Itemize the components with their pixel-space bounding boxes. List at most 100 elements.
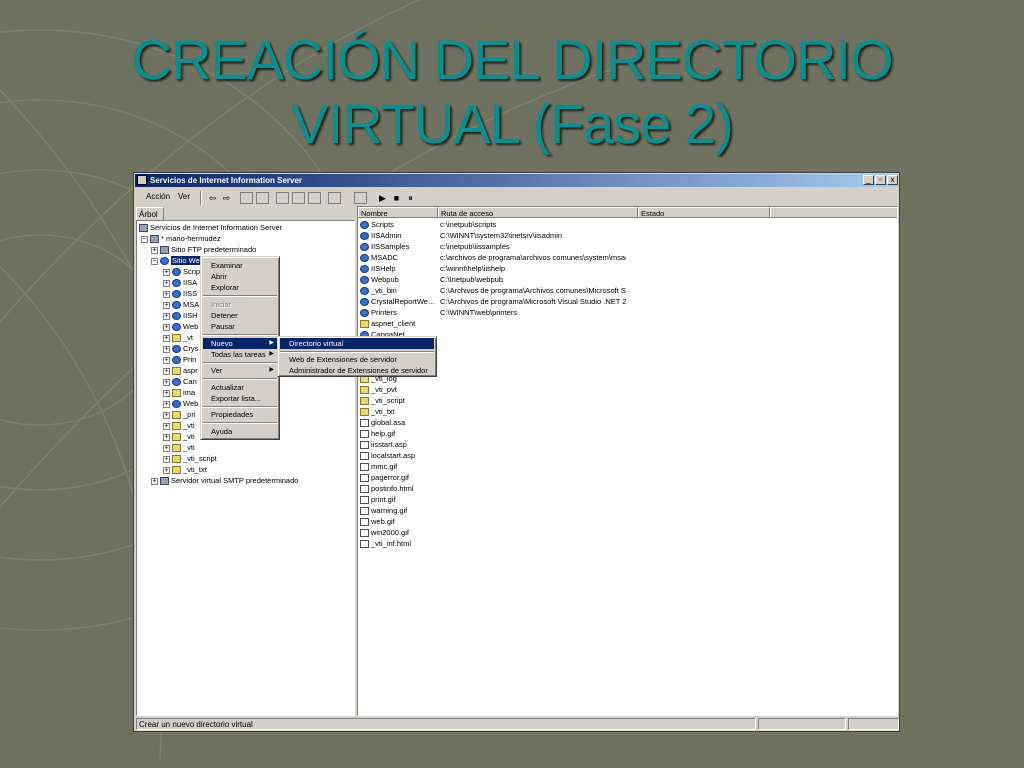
tree-child-item[interactable]: + MSA [163, 299, 199, 310]
menu-item-explorar[interactable]: Explorar [203, 282, 277, 293]
column-header-estado[interactable]: Estado [638, 207, 770, 218]
tree-child-item[interactable]: + _pri [163, 409, 196, 420]
expand-icon[interactable]: + [163, 389, 170, 397]
list-row[interactable]: _vti_txt [358, 406, 897, 417]
expand-icon[interactable]: + [163, 268, 170, 276]
list-row[interactable]: warning.gif [358, 505, 897, 516]
list-row[interactable]: aspnet_client [358, 318, 897, 329]
back-icon[interactable]: ⇦ [206, 192, 219, 204]
list-row[interactable]: MSADC c:\archivos de programa\archivos co… [358, 252, 897, 263]
menu-item-exportar[interactable]: Exportar lista... [203, 393, 277, 404]
menu-ver[interactable]: Ver [178, 192, 190, 201]
list-row[interactable]: localstart.asp [358, 450, 897, 461]
tree-child-item[interactable]: + _vti [163, 431, 195, 442]
expand-icon[interactable]: + [151, 246, 158, 254]
tree-child-item[interactable]: + _vti_script [163, 453, 217, 464]
list-row[interactable]: _vti_inf.html [358, 538, 897, 549]
list-row[interactable]: _vti_cnf [358, 362, 897, 373]
list-row[interactable]: _vti_log [358, 373, 897, 384]
menu-item-pausar[interactable]: Pausar [203, 321, 277, 332]
tree-server[interactable]: − * mario-hermudez [141, 233, 221, 244]
menu-item-ayuda[interactable]: Ayuda [203, 426, 277, 437]
tree-child-item[interactable]: + Web [163, 321, 198, 332]
minimize-button[interactable]: _ [863, 175, 874, 185]
menu-item-examinar[interactable]: Examinar [203, 260, 277, 271]
tree-child-item[interactable]: + Web [163, 398, 198, 409]
tree-child-item[interactable]: + _vti [163, 420, 195, 431]
menu-item-todas-tareas[interactable]: Todas las tareas ▶ [203, 349, 277, 360]
tree-child-item[interactable]: + aspr [163, 365, 198, 376]
expand-icon[interactable]: + [163, 334, 170, 342]
expand-icon[interactable]: + [163, 312, 170, 320]
forward-icon[interactable]: ⇨ [220, 192, 233, 204]
up-folder-icon[interactable] [240, 192, 253, 204]
list-row[interactable]: _vti_script [358, 395, 897, 406]
expand-icon[interactable]: + [163, 323, 170, 331]
expand-icon[interactable]: + [163, 367, 170, 375]
list-row[interactable]: IISAdmin C:\WINNT\system32\inetsrv\iisadm… [358, 230, 897, 241]
expand-icon[interactable]: + [163, 279, 170, 287]
list-row[interactable]: IISSamples c:\inetpub\iissamples [358, 241, 897, 252]
expand-icon[interactable]: + [163, 378, 170, 386]
tree-child-item[interactable]: + IISH [163, 310, 198, 321]
submenu-item-web-extensiones[interactable]: Web de Extensiones de servidor [280, 354, 434, 365]
list-row[interactable]: postinfo.html [358, 483, 897, 494]
menu-item-ver[interactable]: Ver ▶ [203, 365, 277, 376]
export-icon[interactable] [308, 192, 321, 204]
refresh-icon[interactable] [292, 192, 305, 204]
tree-child-item[interactable]: + IISS [163, 288, 197, 299]
computer-icon[interactable] [354, 192, 367, 204]
close-button[interactable]: x [887, 175, 898, 185]
tree-child-item[interactable]: + Scrip [163, 266, 200, 277]
list-row[interactable] [358, 351, 897, 362]
list-row[interactable]: global.asa [358, 417, 897, 428]
pause-icon[interactable]: ⏸ [404, 192, 417, 204]
submenu-item-directorio-virtual[interactable]: Directorio virtual [280, 338, 434, 349]
menu-item-nuevo[interactable]: Nuevo ▶ [203, 338, 277, 349]
menu-item-abrir[interactable]: Abrir [203, 271, 277, 282]
expand-icon[interactable]: + [163, 301, 170, 309]
list-row[interactable]: _vti_pvt [358, 384, 897, 395]
collapse-icon[interactable]: − [151, 257, 158, 265]
list-row[interactable]: IISHelp c:\winnt\help\iishelp [358, 263, 897, 274]
list-row[interactable]: _vti_bin C:\Archivos de programa\Archivos… [358, 285, 897, 296]
list-row[interactable]: Webpub C:\Inetpub\webpub [358, 274, 897, 285]
menu-item-actualizar[interactable]: Actualizar [203, 382, 277, 393]
tree-child-item[interactable]: + IISA [163, 277, 197, 288]
play-icon[interactable]: ▶ [376, 192, 389, 204]
tree-child-item[interactable]: + ima [163, 387, 195, 398]
list-row[interactable]: win2000.gif [358, 527, 897, 538]
expand-icon[interactable]: + [163, 411, 170, 419]
tree-child-item[interactable]: + Can [163, 376, 197, 387]
menu-accion[interactable]: Acción [146, 192, 170, 201]
expand-icon[interactable]: + [163, 433, 170, 441]
list-row[interactable] [358, 340, 897, 351]
help-icon[interactable] [328, 192, 341, 204]
list-row[interactable]: CrystalReportWe... C:\Archivos de program… [358, 296, 897, 307]
properties-icon[interactable] [276, 192, 289, 204]
list-row[interactable]: mmc.gif [358, 461, 897, 472]
show-tree-icon[interactable] [256, 192, 269, 204]
tree-child-item[interactable]: + _vti_txt [163, 464, 207, 475]
list-row[interactable]: print.gif [358, 494, 897, 505]
list-row[interactable]: Scripts c:\inetpub\scripts [358, 219, 897, 230]
menu-item-detener[interactable]: Detener [203, 310, 277, 321]
tree-child-item[interactable]: + _vt [163, 332, 193, 343]
column-header-ruta[interactable]: Ruta de acceso [438, 207, 638, 218]
expand-icon[interactable]: + [163, 400, 170, 408]
list-row[interactable]: help.gif [358, 428, 897, 439]
expand-icon[interactable]: + [163, 444, 170, 452]
list-row[interactable]: web.gif [358, 516, 897, 527]
expand-icon[interactable]: + [163, 290, 170, 298]
tree-child-item[interactable]: + _vti [163, 442, 195, 453]
list-row[interactable]: CapgaNet [358, 329, 897, 340]
collapse-icon[interactable]: − [141, 235, 148, 243]
list-row[interactable]: iisstart.asp [358, 439, 897, 450]
expand-icon[interactable]: + [163, 455, 170, 463]
list-row[interactable]: pagerror.gif [358, 472, 897, 483]
tree-smtp[interactable]: + Servidor virtual SMTP predeterminado [151, 475, 298, 486]
tree-child-item[interactable]: + Prin [163, 354, 196, 365]
stop-icon[interactable]: ■ [390, 192, 403, 204]
tree-root[interactable]: Servicios de Internet Information Server [139, 222, 282, 233]
expand-icon[interactable]: + [163, 345, 170, 353]
